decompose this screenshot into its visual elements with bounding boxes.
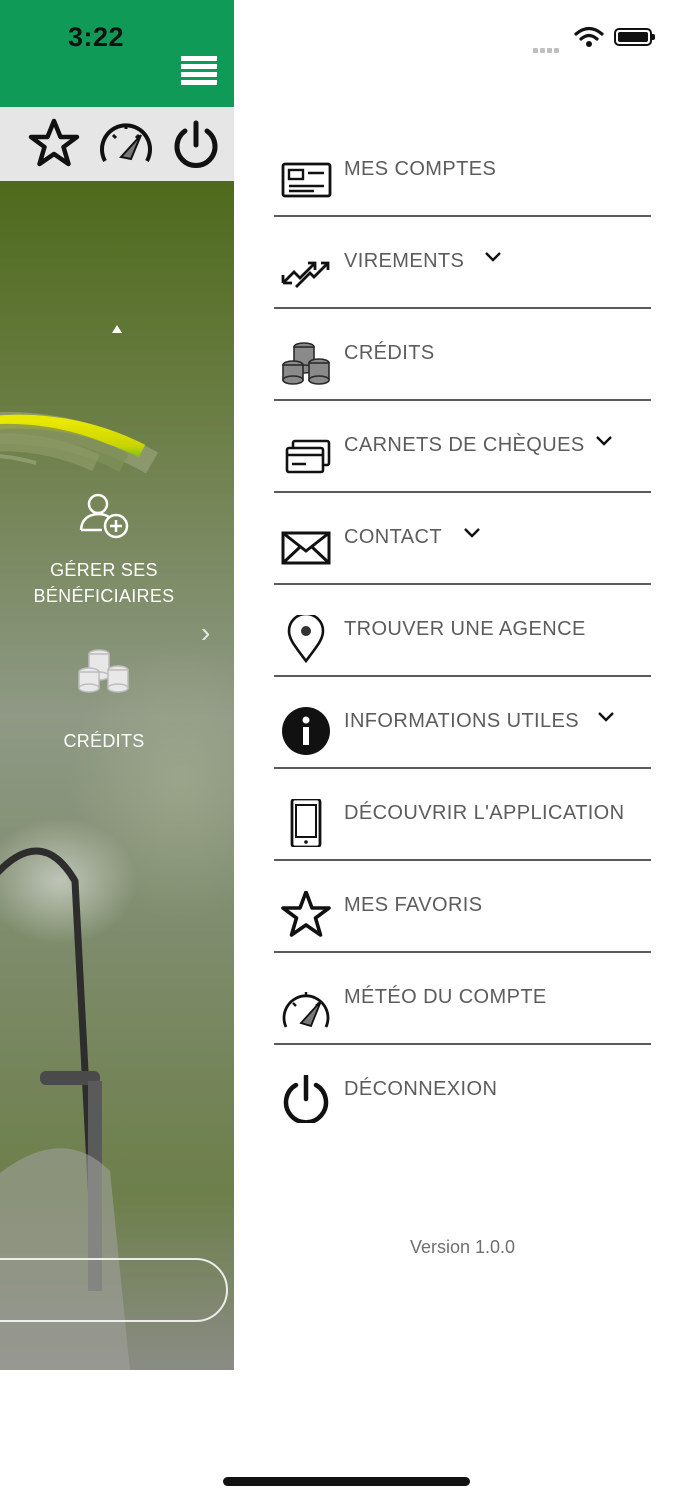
smartphone-icon (290, 799, 322, 847)
speedometer-icon (282, 992, 330, 1028)
cellular-signal-icon (533, 40, 561, 58)
chevron-down-icon[interactable] (463, 527, 481, 539)
coins-icon[interactable] (78, 648, 132, 694)
transfer-arrows-icon (281, 261, 330, 288)
menu-item-informations-utiles[interactable]: INFORMATIONS UTILES (274, 677, 651, 769)
coins-icon (282, 342, 330, 385)
star-icon (281, 891, 331, 937)
menu-item-label: VIREMENTS (344, 250, 465, 272)
search-pill-button[interactable] (0, 1258, 228, 1322)
envelope-icon (281, 531, 331, 565)
menu-item-mes-comptes[interactable]: MES COMPTES (274, 125, 651, 217)
menu-item-label: MÉTÉO DU COMPTE (344, 986, 547, 1008)
add-user-icon[interactable] (78, 490, 130, 542)
menu-item-label: INFORMATIONS UTILES (344, 710, 580, 732)
speedometer-icon[interactable] (97, 115, 155, 173)
side-menu: MES COMPTES VIREMENTS CRÉDITS CARNETS DE… (274, 125, 651, 1137)
menu-item-mes-favoris[interactable]: MES FAVORIS (274, 861, 651, 953)
menu-item-virements[interactable]: VIREMENTS (274, 217, 651, 309)
chevron-down-icon[interactable] (595, 435, 613, 447)
menu-item-label: CRÉDITS (344, 342, 435, 364)
menu-item-decouvrir-application[interactable]: DÉCOUVRIR L'APPLICATION (274, 769, 651, 861)
menu-item-label: DÉCONNEXION (344, 1078, 498, 1100)
chevron-down-icon[interactable] (484, 251, 502, 263)
menu-item-deconnexion[interactable]: DÉCONNEXION (274, 1045, 651, 1137)
menu-item-carnets-de-cheques[interactable]: CARNETS DE CHÈQUES (274, 401, 651, 493)
menu-item-label: TROUVER UNE AGENCE (344, 618, 586, 640)
wifi-icon (574, 26, 604, 47)
menu-item-meteo-du-compte[interactable]: MÉTÉO DU COMPTE (274, 953, 651, 1045)
hamburger-menu-icon[interactable] (181, 56, 217, 92)
info-icon (282, 707, 330, 755)
star-icon[interactable] (25, 115, 83, 173)
credits-quick-label[interactable]: CRÉDITS (0, 728, 208, 754)
checkbook-icon (285, 439, 331, 474)
background-app-panel: 3:22 GÉRER SES BÉNÉFICIAIRES CRÉDITS › (0, 0, 234, 1370)
menu-item-credits[interactable]: CRÉDITS (274, 309, 651, 401)
battery-icon (614, 28, 655, 46)
account-weather-gauge (0, 325, 158, 474)
chevron-down-icon[interactable] (597, 711, 615, 723)
id-card-icon (281, 162, 332, 198)
menu-item-label: DÉCOUVRIR L'APPLICATION (344, 802, 625, 824)
app-header: 3:22 (0, 0, 234, 107)
power-icon[interactable] (167, 115, 225, 173)
manage-beneficiaries-label[interactable]: GÉRER SES BÉNÉFICIAIRES (0, 557, 208, 609)
menu-item-label: MES FAVORIS (344, 894, 483, 916)
menu-item-label: MES COMPTES (344, 158, 497, 180)
status-time: 3:22 (68, 22, 125, 52)
app-version: Version 1.0.0 (409, 1237, 516, 1257)
home-indicator[interactable] (223, 1477, 470, 1486)
menu-item-trouver-une-agence[interactable]: TROUVER UNE AGENCE (274, 585, 651, 677)
power-icon (283, 1075, 329, 1123)
chevron-right-icon[interactable]: › (201, 617, 210, 649)
menu-item-contact[interactable]: CONTACT (274, 493, 651, 585)
menu-item-label: CARNETS DE CHÈQUES (344, 434, 585, 456)
app-toolbar (0, 107, 234, 181)
location-pin-icon (287, 615, 325, 663)
menu-item-label: CONTACT (344, 526, 442, 548)
